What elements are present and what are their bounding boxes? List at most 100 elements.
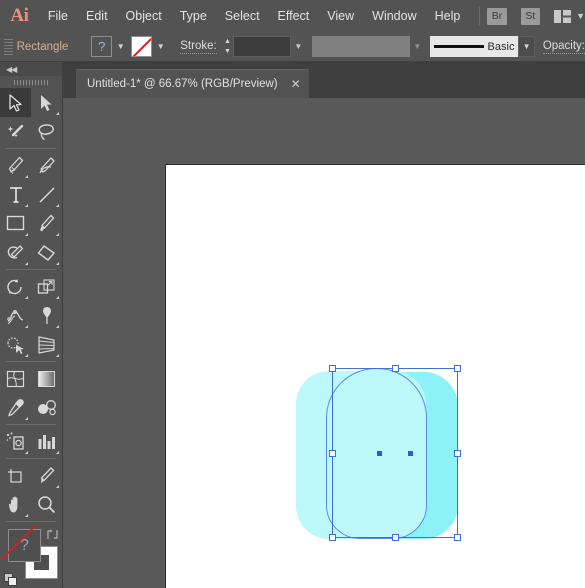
pen-tool[interactable] xyxy=(0,151,31,180)
swap-fill-stroke-icon[interactable] xyxy=(46,528,59,541)
type-T-icon xyxy=(9,186,22,203)
none-slash-icon xyxy=(132,37,152,56)
brush-stroke-icon xyxy=(434,45,484,48)
flyout-indicator-icon xyxy=(25,262,28,265)
menu-window[interactable]: Window xyxy=(363,0,425,32)
bridge-button[interactable]: Br xyxy=(487,7,507,25)
eyedropper-tool[interactable] xyxy=(0,393,31,422)
paintbrush-tool[interactable] xyxy=(31,209,62,238)
stroke-swatch[interactable] xyxy=(131,36,153,57)
menu-object[interactable]: Object xyxy=(117,0,171,32)
hand-icon xyxy=(8,496,17,513)
menu-edit[interactable]: Edit xyxy=(77,0,117,32)
selection-handle-top-right[interactable] xyxy=(454,365,461,372)
free-transform-tool[interactable] xyxy=(31,301,62,330)
menu-view[interactable]: View xyxy=(318,0,363,32)
variable-width-profile-input[interactable] xyxy=(312,36,410,57)
rectangle-tool[interactable] xyxy=(0,209,31,238)
flyout-indicator-icon xyxy=(56,354,59,357)
artboard-icon xyxy=(8,468,22,483)
paintbrush-icon xyxy=(40,214,55,232)
fill-control[interactable]: ? ▼ xyxy=(91,36,129,57)
selection-bounding-box xyxy=(329,365,461,541)
tool-divider xyxy=(6,521,56,522)
menu-effect[interactable]: Effect xyxy=(269,0,319,32)
app-logo[interactable]: Ai xyxy=(0,0,39,32)
scale-tool[interactable] xyxy=(31,272,62,301)
collapse-panel-icon[interactable]: ◀◀ xyxy=(6,65,17,74)
selection-handle-top-center[interactable] xyxy=(392,365,399,372)
artboard[interactable] xyxy=(165,164,585,588)
stroke-weight-chevron-down-icon[interactable]: ▼ xyxy=(291,36,306,57)
lasso-tool[interactable] xyxy=(31,117,62,146)
line-diagonal-icon xyxy=(38,186,55,203)
close-icon[interactable]: ✕ xyxy=(291,78,301,90)
menu-select[interactable]: Select xyxy=(216,0,269,32)
document-tab[interactable]: Untitled-1* @ 66.67% (RGB/Preview) ✕ xyxy=(76,69,309,98)
symbol-sprayer-icon xyxy=(6,432,24,450)
eraser-tool[interactable] xyxy=(31,238,62,267)
direct-selection-arrow-icon xyxy=(41,94,52,111)
stepper-down-icon[interactable]: ▼ xyxy=(224,48,231,55)
brush-definition-control[interactable]: Basic xyxy=(430,36,519,57)
menu-divider xyxy=(479,7,481,25)
brush-chevron-down-icon[interactable]: ▼ xyxy=(518,36,535,57)
selection-handle-bottom-center[interactable] xyxy=(392,534,399,541)
stroke-control[interactable]: ▼ xyxy=(131,36,169,57)
perspective-grid-tool[interactable] xyxy=(31,330,62,359)
tools-panel-grip[interactable] xyxy=(0,76,62,88)
stepper-up-icon[interactable]: ▲ xyxy=(224,38,231,45)
scale-icon xyxy=(37,278,55,294)
menu-file[interactable]: File xyxy=(39,0,77,32)
eraser-icon xyxy=(37,244,56,261)
bar-chart-icon xyxy=(38,434,55,449)
selection-handle-middle-right[interactable] xyxy=(454,450,461,457)
direct-selection-tool[interactable] xyxy=(31,88,62,117)
zoom-tool[interactable] xyxy=(31,490,62,519)
selection-handle-bottom-left[interactable] xyxy=(329,534,336,541)
fill-chevron-down-icon[interactable]: ▼ xyxy=(112,36,129,57)
canvas-area[interactable] xyxy=(63,98,585,588)
flyout-indicator-icon xyxy=(56,204,59,207)
shape-builder-tool[interactable] xyxy=(0,330,31,359)
shaper-tool[interactable] xyxy=(0,238,31,267)
artboard-tool[interactable] xyxy=(0,461,31,490)
width-tool[interactable] xyxy=(0,301,31,330)
selection-handle-top-left[interactable] xyxy=(329,365,336,372)
flyout-indicator-icon xyxy=(25,204,28,207)
line-segment-tool[interactable] xyxy=(31,180,62,209)
column-graph-tool[interactable] xyxy=(31,427,62,456)
menu-type[interactable]: Type xyxy=(171,0,216,32)
workspace-switcher[interactable]: ▼ xyxy=(554,9,585,23)
stroke-chevron-down-icon[interactable]: ▼ xyxy=(152,36,169,57)
curvature-tool[interactable] xyxy=(31,151,62,180)
flyout-indicator-icon xyxy=(25,354,28,357)
stroke-weight-stepper[interactable]: ▲ ▼ xyxy=(222,36,233,57)
control-bar-grip[interactable] xyxy=(4,38,13,55)
magic-wand-tool[interactable] xyxy=(0,117,31,146)
menu-help[interactable]: Help xyxy=(426,0,470,32)
stroke-weight-input[interactable] xyxy=(233,36,291,57)
selection-handle-middle-left[interactable] xyxy=(329,450,336,457)
blend-tool[interactable] xyxy=(31,393,62,422)
flyout-indicator-icon xyxy=(25,514,28,517)
hand-tool[interactable] xyxy=(0,490,31,519)
rotate-tool[interactable] xyxy=(0,272,31,301)
tools-panel-header[interactable]: ◀◀ xyxy=(0,62,62,76)
fill-stroke-cluster: ? xyxy=(0,525,63,588)
stock-button[interactable]: St xyxy=(520,7,541,25)
center-anchor-point-right[interactable] xyxy=(408,451,413,456)
fill-swatch[interactable]: ? xyxy=(91,36,113,57)
type-tool[interactable] xyxy=(0,180,31,209)
tool-divider xyxy=(6,148,56,149)
symbol-sprayer-tool[interactable] xyxy=(0,427,31,456)
variable-width-chevron-down-icon[interactable]: ▼ xyxy=(410,36,425,57)
mesh-tool[interactable] xyxy=(0,364,31,393)
slice-tool[interactable] xyxy=(31,461,62,490)
default-fill-stroke-icon[interactable] xyxy=(4,573,18,587)
selection-tool[interactable] xyxy=(0,88,31,117)
document-tab-bar: Untitled-1* @ 66.67% (RGB/Preview) ✕ xyxy=(63,62,585,98)
gradient-tool[interactable] xyxy=(31,364,62,393)
center-anchor-point-left[interactable] xyxy=(377,451,382,456)
selection-handle-bottom-right[interactable] xyxy=(454,534,461,541)
